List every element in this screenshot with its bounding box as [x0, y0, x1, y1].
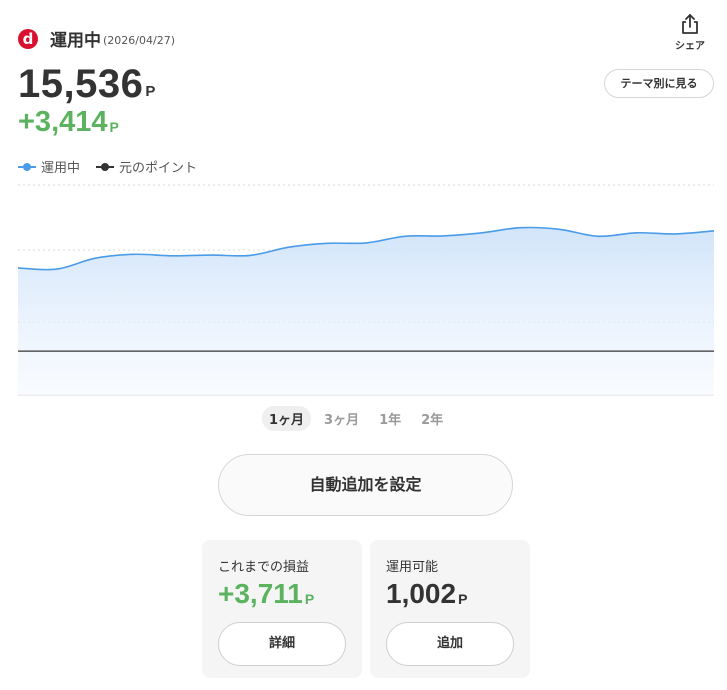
- card-title: これまでの損益: [218, 560, 310, 575]
- add-button[interactable]: 追加: [386, 622, 514, 666]
- legend-label: 元のポイント: [119, 161, 198, 176]
- card-available: 運用可能 1,002 P 追加: [370, 540, 530, 678]
- page-title: 運用中: [50, 31, 101, 51]
- header: d 運用中 (2026/04/27): [18, 26, 175, 51]
- period-tab-2y[interactable]: 2年: [414, 406, 450, 431]
- profit-value: +3,711: [218, 578, 303, 609]
- d-logo-icon: d: [18, 28, 38, 49]
- legend-marker-invested: [18, 162, 36, 172]
- share-label: シェア: [675, 41, 705, 52]
- card-value-row: +3,711 P: [218, 578, 314, 610]
- points-chart: [17, 184, 715, 396]
- details-button[interactable]: 詳細: [218, 622, 346, 666]
- series-area-invested: [18, 227, 714, 395]
- auto-add-button[interactable]: 自動追加を設定: [218, 454, 513, 516]
- gain-unit: P: [109, 119, 119, 135]
- balance-unit: P: [145, 83, 156, 100]
- legend-item-original: 元のポイント: [96, 157, 197, 176]
- share-button[interactable]: シェア: [670, 14, 710, 52]
- chart-legend: 運用中 元のポイント: [18, 157, 213, 176]
- legend-item-invested: 運用中: [18, 157, 80, 176]
- theme-view-button[interactable]: テーマ別に見る: [604, 69, 714, 98]
- gain-value: +3,414: [18, 106, 108, 138]
- profit-unit: P: [304, 591, 315, 607]
- card-profit: これまでの損益 +3,711 P 詳細: [202, 540, 362, 678]
- available-value: 1,002: [386, 578, 457, 609]
- period-tab-1m[interactable]: 1ヶ月: [262, 406, 312, 431]
- as-of-date: (2026/04/27): [103, 34, 175, 47]
- period-tab-3m[interactable]: 3ヶ月: [317, 406, 366, 431]
- balance-value: 15,536: [18, 62, 144, 106]
- period-selector: 1ヶ月 3ヶ月 1年 2年: [262, 406, 456, 431]
- card-value-row: 1,002 P: [386, 578, 467, 610]
- gain: +3,414 P: [18, 106, 119, 138]
- period-tab-1y[interactable]: 1年: [372, 406, 408, 431]
- available-unit: P: [458, 591, 468, 607]
- legend-marker-original: [96, 162, 115, 172]
- card-title: 運用可能: [386, 560, 439, 575]
- share-icon: [682, 14, 698, 34]
- balance: 15,536 P: [18, 62, 155, 106]
- legend-label: 運用中: [41, 161, 81, 176]
